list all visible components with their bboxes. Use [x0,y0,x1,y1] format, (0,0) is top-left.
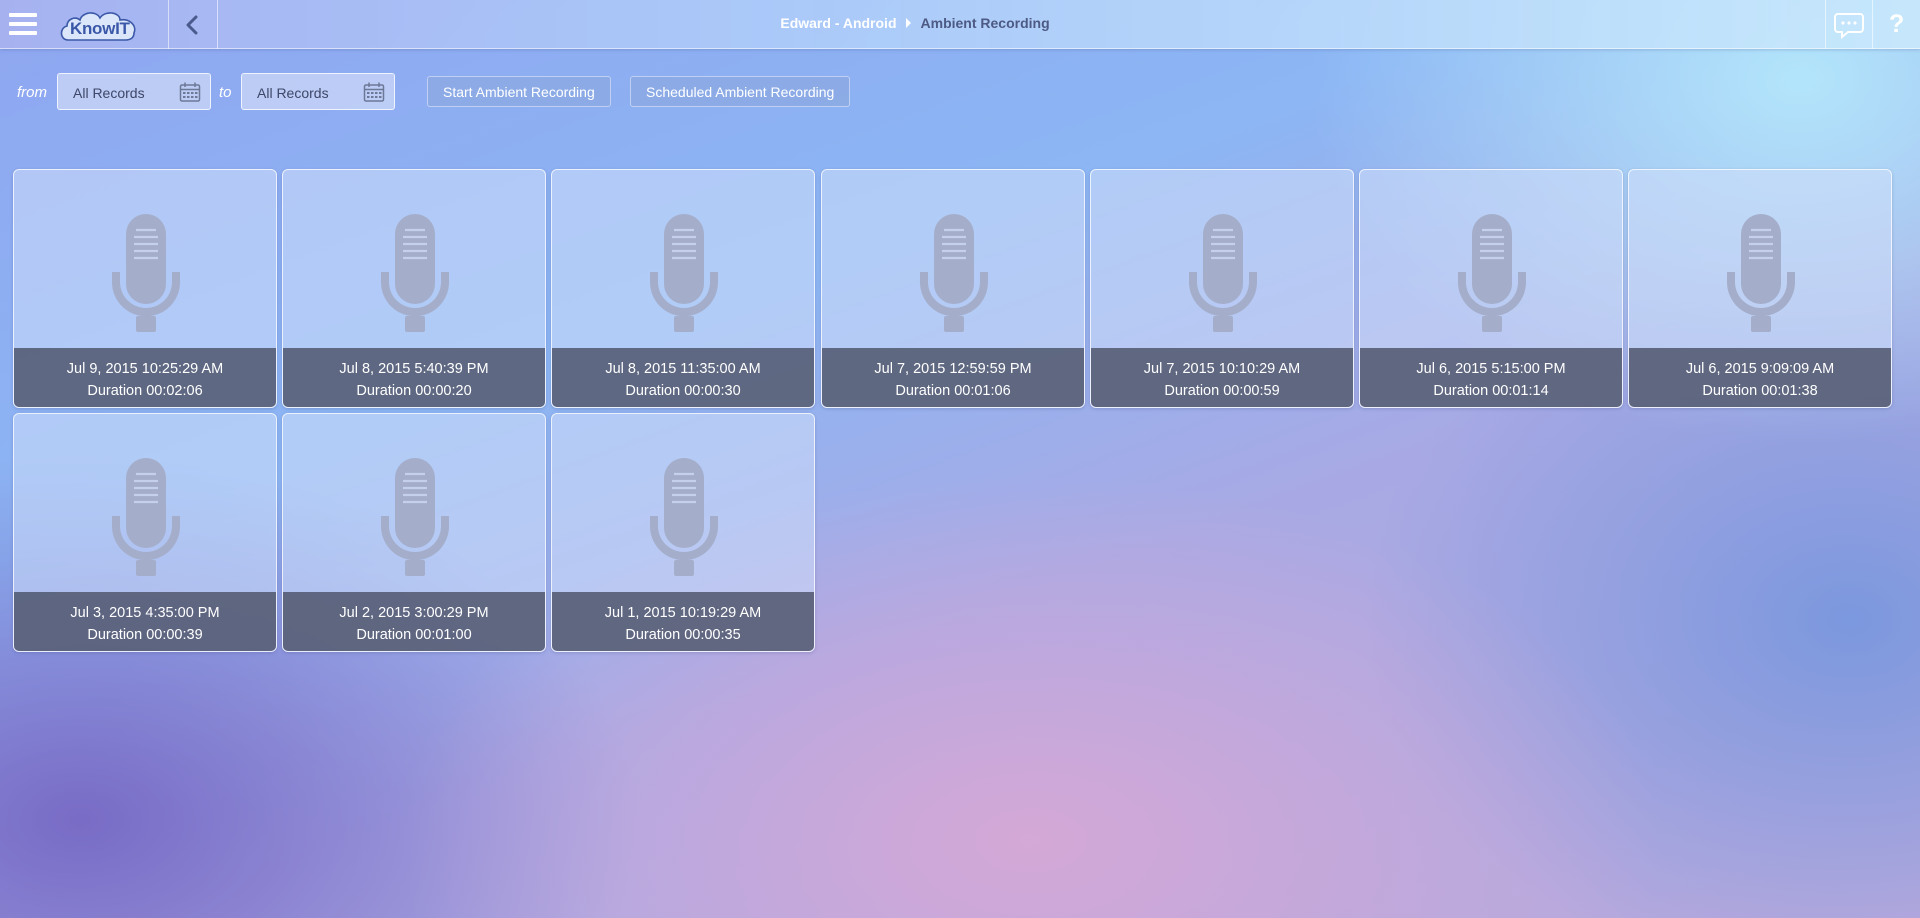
recording-duration: Duration 00:01:00 [356,627,472,643]
microphone-icon [111,458,181,576]
recording-info: Jul 7, 2015 12:59:59 PM Duration 00:01:0… [822,348,1084,407]
recording-date: Jul 6, 2015 9:09:09 AM [1685,361,1835,377]
breadcrumb-device[interactable]: Edward - Android [780,15,896,31]
breadcrumb-current: Ambient Recording [920,15,1050,31]
question-mark-icon: ? [1889,10,1905,38]
top-bar: KnowIT Edward - Android Ambient Recording… [0,0,1920,49]
microphone-icon [919,214,989,332]
recording-card[interactable]: Jul 6, 2015 5:15:00 PM Duration 00:01:14 [1359,169,1623,408]
recording-card[interactable]: Jul 2, 2015 3:00:29 PM Duration 00:01:00 [282,413,546,652]
microphone-icon [1188,214,1258,332]
to-date-value: All Records [257,85,329,101]
microphone-icon [649,214,719,332]
recording-date: Jul 7, 2015 12:59:59 PM [874,361,1032,377]
recording-card[interactable]: Jul 3, 2015 4:35:00 PM Duration 00:00:39 [13,413,277,652]
microphone-icon [111,214,181,332]
from-date-value: All Records [73,85,145,101]
recording-duration: Duration 00:00:35 [625,627,741,643]
recording-date: Jul 2, 2015 3:00:29 PM [339,605,489,621]
microphone-icon [649,458,719,576]
breadcrumb: Edward - Android Ambient Recording [0,15,1830,31]
microphone-icon [380,214,450,332]
help-button[interactable]: ? [1873,0,1919,49]
calendar-icon[interactable] [179,81,201,103]
recording-duration: Duration 00:00:20 [356,383,472,399]
recording-duration: Duration 00:01:38 [1702,383,1818,399]
start-ambient-recording-button[interactable]: Start Ambient Recording [427,76,611,107]
recording-card[interactable]: Jul 6, 2015 9:09:09 AM Duration 00:01:38 [1628,169,1892,408]
recording-duration: Duration 00:00:39 [87,627,203,643]
recording-date: Jul 9, 2015 10:25:29 AM [66,361,224,377]
breadcrumb-separator-icon [905,18,911,28]
recording-duration: Duration 00:00:30 [625,383,741,399]
chat-bubble-icon [1834,13,1864,40]
scheduled-ambient-recording-button[interactable]: Scheduled Ambient Recording [630,76,851,107]
recording-card[interactable]: Jul 7, 2015 10:10:29 AM Duration 00:00:5… [1090,169,1354,408]
recording-card[interactable]: Jul 9, 2015 10:25:29 AM Duration 00:02:0… [13,169,277,408]
chat-button[interactable] [1826,0,1872,49]
recording-card[interactable]: Jul 7, 2015 12:59:59 PM Duration 00:01:0… [821,169,1085,408]
recording-duration: Duration 00:01:06 [895,383,1011,399]
recording-date: Jul 8, 2015 5:40:39 PM [339,361,489,377]
recording-info: Jul 9, 2015 10:25:29 AM Duration 00:02:0… [14,348,276,407]
from-label: from [17,84,47,101]
recording-date: Jul 1, 2015 10:19:29 AM [604,605,762,621]
recording-date: Jul 3, 2015 4:35:00 PM [70,605,220,621]
to-date-field[interactable]: All Records [241,73,395,110]
recording-info: Jul 8, 2015 5:40:39 PM Duration 00:00:20 [283,348,545,407]
recording-card[interactable]: Jul 8, 2015 11:35:00 AM Duration 00:00:3… [551,169,815,408]
recording-date: Jul 7, 2015 10:10:29 AM [1143,361,1301,377]
microphone-icon [380,458,450,576]
to-label: to [219,84,232,101]
from-date-field[interactable]: All Records [57,73,211,110]
recording-duration: Duration 00:02:06 [87,383,203,399]
recording-date: Jul 6, 2015 5:15:00 PM [1416,361,1566,377]
recording-card[interactable]: Jul 1, 2015 10:19:29 AM Duration 00:00:3… [551,413,815,652]
recording-card[interactable]: Jul 8, 2015 5:40:39 PM Duration 00:00:20 [282,169,546,408]
recording-info: Jul 6, 2015 9:09:09 AM Duration 00:01:38 [1629,348,1891,407]
recording-info: Jul 1, 2015 10:19:29 AM Duration 00:00:3… [552,592,814,651]
recording-info: Jul 6, 2015 5:15:00 PM Duration 00:01:14 [1360,348,1622,407]
microphone-icon [1726,214,1796,332]
recording-info: Jul 8, 2015 11:35:00 AM Duration 00:00:3… [552,348,814,407]
calendar-icon[interactable] [363,81,385,103]
microphone-icon [1457,214,1527,332]
recording-duration: Duration 00:00:59 [1164,383,1280,399]
recording-date: Jul 8, 2015 11:35:00 AM [605,361,761,377]
recording-duration: Duration 00:01:14 [1433,383,1549,399]
recording-info: Jul 7, 2015 10:10:29 AM Duration 00:00:5… [1091,348,1353,407]
recording-info: Jul 3, 2015 4:35:00 PM Duration 00:00:39 [14,592,276,651]
recording-info: Jul 2, 2015 3:00:29 PM Duration 00:01:00 [283,592,545,651]
